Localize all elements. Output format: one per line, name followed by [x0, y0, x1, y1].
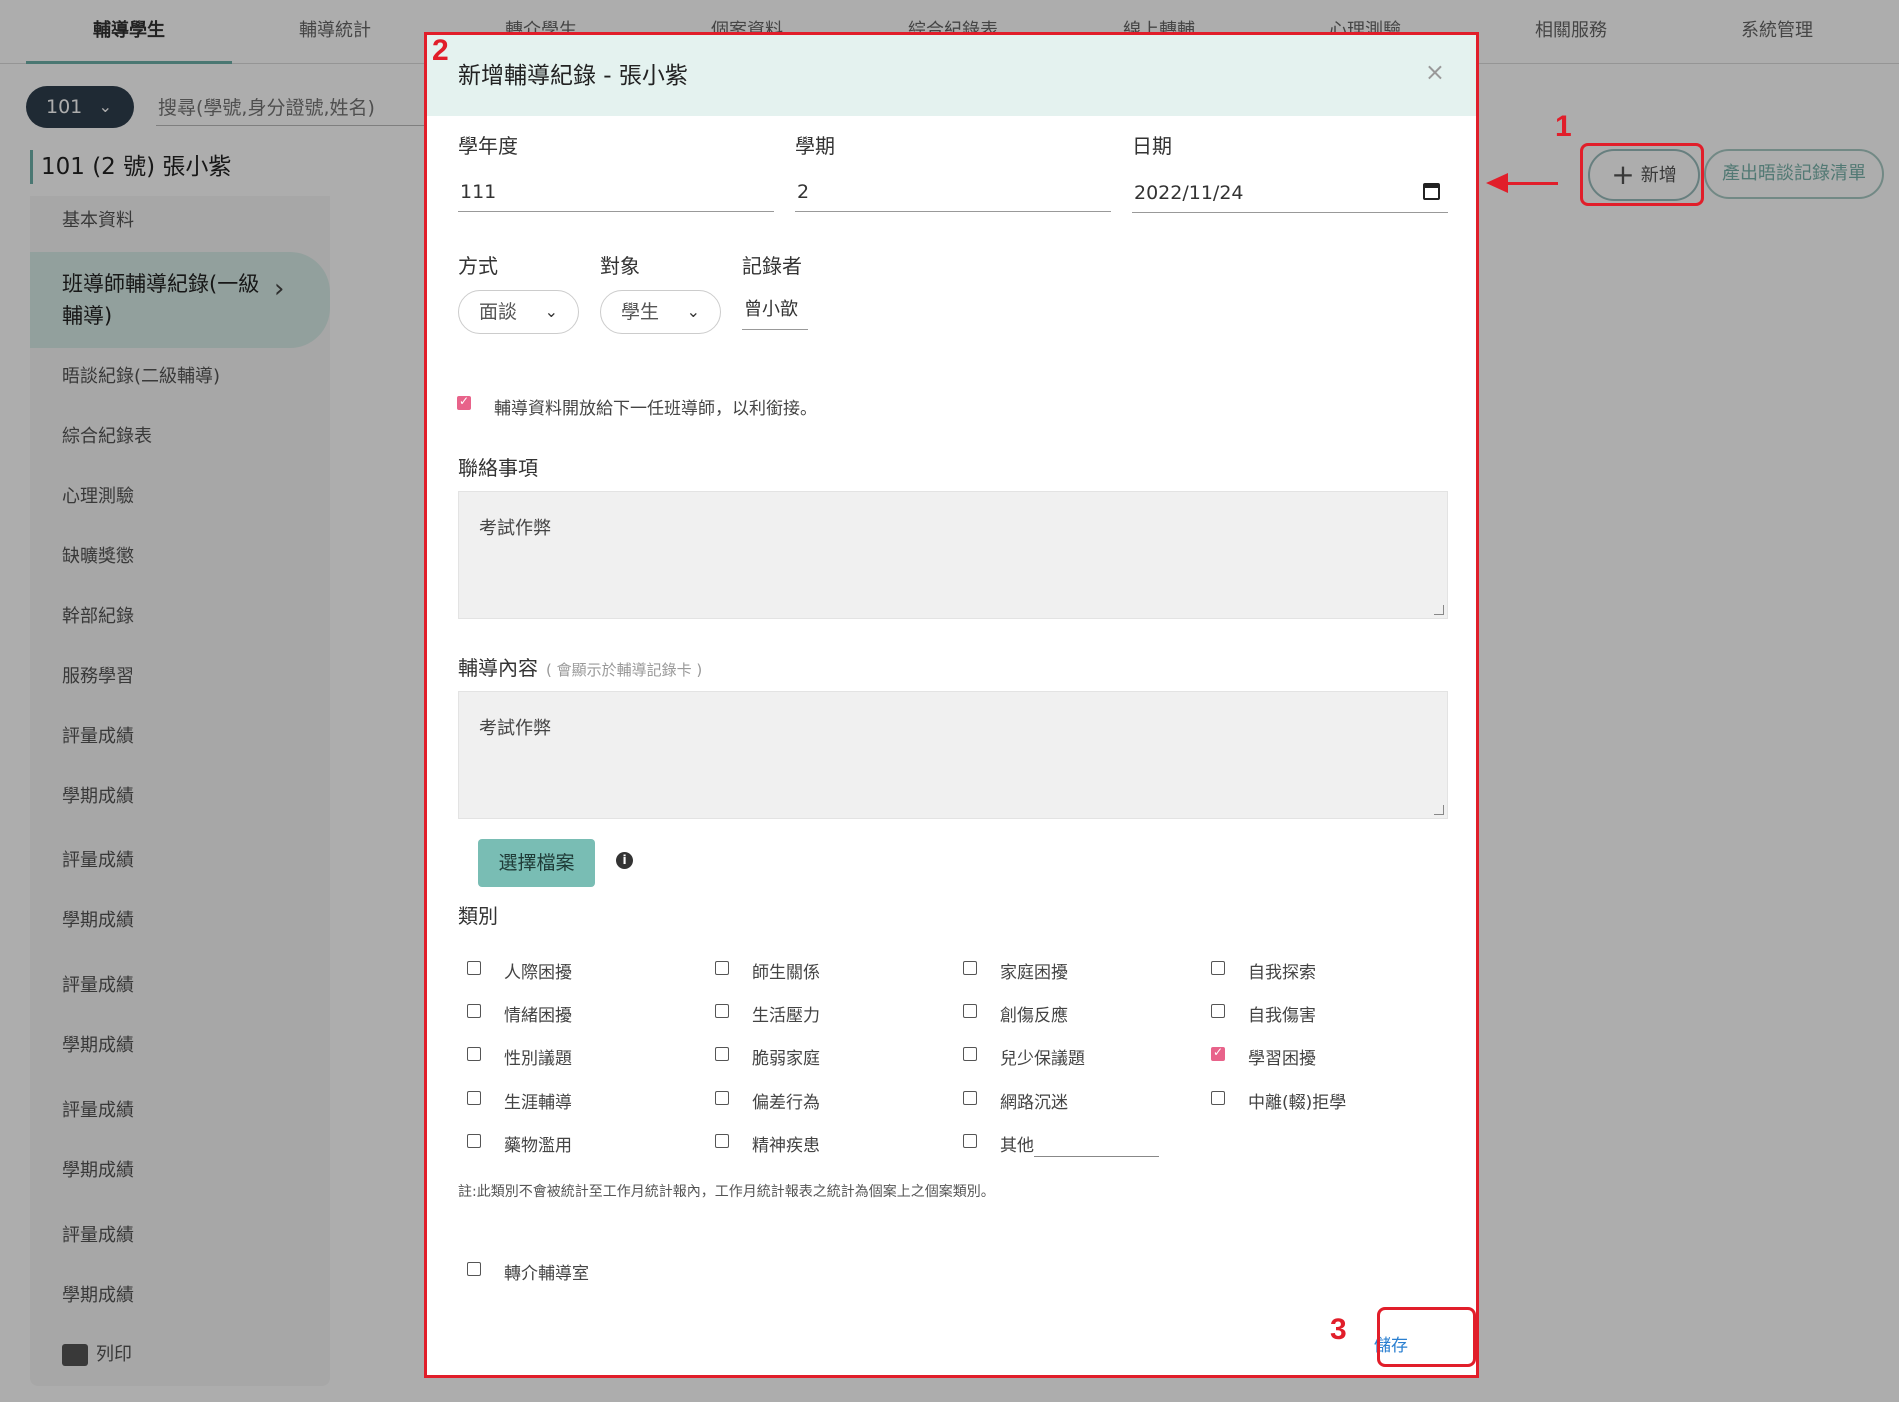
- annotation-box-add: [1580, 143, 1704, 206]
- annotation-box-save: [1377, 1307, 1476, 1367]
- annotation-arrow: [1506, 182, 1558, 185]
- annotation-arrow-head: [1486, 173, 1508, 193]
- annotation-box-dialog: [424, 32, 1479, 1378]
- annotation-number-2: 2: [432, 34, 449, 67]
- annotation-number-3: 3: [1330, 1313, 1347, 1346]
- annotation-number-1: 1: [1555, 110, 1572, 143]
